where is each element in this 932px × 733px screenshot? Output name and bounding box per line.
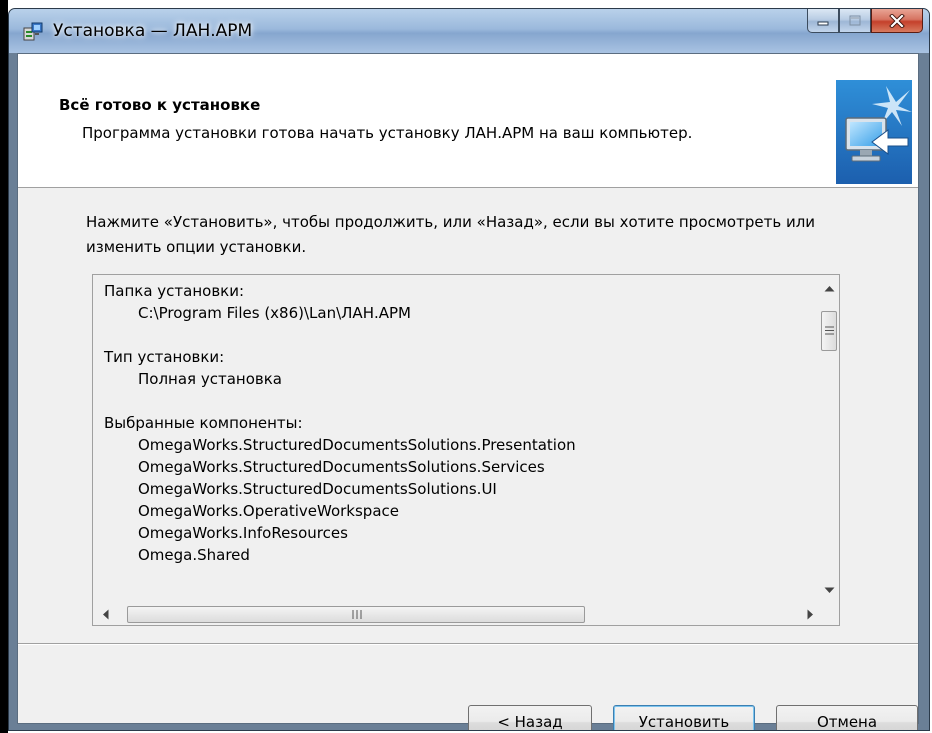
vertical-scrollbar[interactable]	[820, 275, 839, 603]
scroll-right-arrow-icon[interactable]	[807, 609, 814, 620]
install-type-value: Полная установка	[138, 370, 282, 388]
grip-icon	[352, 610, 362, 619]
title-bar[interactable]: Установка — ЛАН.АРМ	[9, 9, 929, 53]
horizontal-scrollbar[interactable]	[93, 603, 839, 625]
component-item: Omega.Shared	[138, 546, 250, 564]
grip-icon	[825, 326, 834, 335]
monitor-install-icon	[836, 80, 912, 184]
memo-content: Папка установки: C:\Program Files (x86)\…	[104, 280, 576, 566]
install-summary-memo[interactable]: Папка установки: C:\Program Files (x86)\…	[92, 274, 840, 626]
vertical-scroll-thumb[interactable]	[821, 311, 837, 351]
memo-gap	[104, 324, 576, 346]
wizard-header: Всё готово к установке Программа установ…	[18, 54, 918, 188]
component-item: OmegaWorks.InfoResources	[138, 524, 348, 542]
instruction-text: Нажмите «Установить», чтобы продолжить, …	[86, 213, 816, 256]
install-button[interactable]: Установить	[613, 705, 755, 730]
back-button[interactable]: < Назад	[468, 705, 592, 730]
close-icon	[889, 13, 905, 28]
footer-divider	[18, 643, 918, 645]
page-title: Всё готово к установке	[59, 96, 261, 114]
memo-gap	[104, 390, 576, 412]
minimize-button[interactable]	[807, 9, 839, 33]
close-button[interactable]	[871, 9, 923, 33]
desktop-edge	[0, 0, 8, 733]
component-item: OmegaWorks.StructuredDocumentsSolutions.…	[138, 458, 545, 476]
component-item: OmegaWorks.StructuredDocumentsSolutions.…	[138, 480, 497, 498]
scroll-up-arrow-icon[interactable]	[824, 285, 835, 292]
cancel-button[interactable]: Отмена	[776, 705, 918, 730]
install-folder-value: C:\Program Files (x86)\Lan\ЛАН.АРМ	[138, 304, 411, 322]
window-title: Установка — ЛАН.АРМ	[53, 21, 253, 41]
scroll-down-arrow-icon[interactable]	[824, 587, 835, 594]
setup-window: Установка — ЛАН.АРМ Всё готово к установ…	[8, 8, 930, 731]
component-item: OmegaWorks.StructuredDocumentsSolutions.…	[138, 436, 576, 454]
install-type-label: Тип установки:	[104, 348, 225, 366]
component-item: OmegaWorks.OperativeWorkspace	[138, 502, 399, 520]
window-controls	[807, 9, 923, 33]
maximize-icon	[849, 15, 861, 25]
components-label: Выбранные компоненты:	[104, 414, 303, 432]
setup-icon	[23, 22, 43, 41]
minimize-icon	[817, 21, 829, 25]
wizard-client-area: Всё готово к установке Программа установ…	[17, 53, 919, 730]
install-folder-label: Папка установки:	[104, 282, 245, 300]
maximize-button[interactable]	[839, 9, 871, 33]
page-subtitle: Программа установки готова начать устано…	[82, 124, 693, 142]
horizontal-scroll-thumb[interactable]	[127, 606, 585, 623]
scroll-left-arrow-icon[interactable]	[102, 609, 109, 620]
